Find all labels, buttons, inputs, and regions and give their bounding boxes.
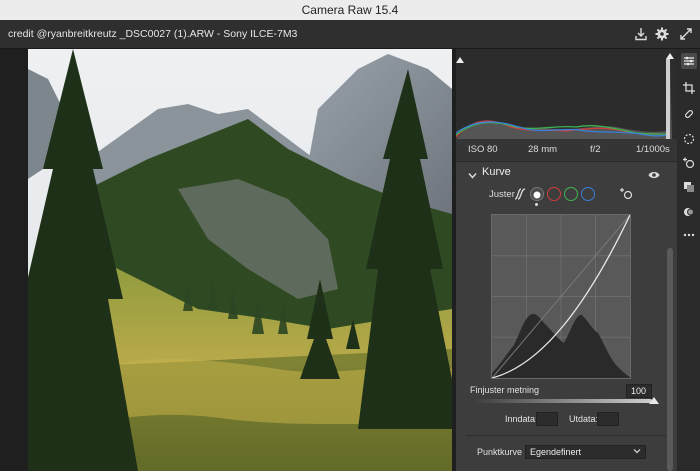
snapshots-icon[interactable] — [681, 204, 697, 220]
redeye-icon[interactable] — [681, 155, 697, 171]
chevron-down-icon[interactable] — [468, 167, 477, 185]
window-title: Camera Raw 15.4 — [301, 3, 399, 17]
fine-tune-value-field[interactable]: 100 — [626, 384, 652, 398]
histogram — [455, 49, 677, 139]
red-channel-button[interactable] — [547, 187, 561, 201]
fine-tune-slider[interactable] — [470, 399, 652, 403]
crop-icon[interactable] — [681, 80, 697, 96]
shadow-clipping-icon[interactable] — [456, 57, 464, 63]
photo-preview[interactable] — [28, 49, 452, 471]
tone-curve-graph[interactable] — [491, 214, 631, 379]
green-channel-button[interactable] — [564, 187, 578, 201]
export-icon[interactable] — [632, 25, 650, 43]
presets-icon[interactable] — [681, 179, 697, 195]
fine-tune-slider-thumb[interactable] — [649, 397, 659, 404]
targeted-adjustment-icon[interactable] — [620, 187, 634, 201]
settings-gear-icon[interactable] — [653, 25, 671, 43]
highlight-clipping-icon[interactable] — [666, 53, 674, 59]
edit-panel: ISO 80 28 mm f/2 1/1000s Kurve Juster Fi… — [455, 49, 677, 471]
point-curve-select[interactable]: Egendefinert — [525, 445, 646, 459]
output-label: Utdata: — [569, 414, 599, 424]
blue-channel-button[interactable] — [581, 187, 595, 201]
healing-icon[interactable] — [681, 106, 697, 122]
filmstrip-edge — [0, 49, 28, 471]
input-label: Inndata: — [505, 414, 538, 424]
section-divider — [466, 435, 666, 436]
exif-bar: ISO 80 28 mm f/2 1/1000s — [456, 139, 677, 161]
fullscreen-icon[interactable] — [677, 25, 695, 43]
chevron-down-icon — [633, 446, 641, 458]
file-info: credit @ryanbreitkreutz _DSC0027 (1).ARW… — [8, 28, 298, 40]
tool-strip — [678, 49, 700, 471]
fine-tune-label: Finjuster metning — [470, 385, 540, 395]
point-curve-label: Punktkurve — [477, 447, 523, 457]
section-title: Kurve — [482, 166, 511, 178]
eye-icon[interactable] — [648, 167, 660, 185]
exif-iso: ISO 80 — [468, 144, 498, 155]
window-titlebar: Camera Raw 15.4 — [0, 0, 700, 20]
parametric-curve-icon[interactable] — [513, 187, 527, 201]
curve-section-header[interactable]: Kurve — [456, 161, 677, 183]
active-channel-dot — [535, 203, 538, 206]
exif-shutter: 1/1000s — [636, 144, 670, 155]
edit-sliders-icon[interactable] — [681, 53, 697, 69]
exif-focal: 28 mm — [528, 144, 558, 155]
masking-icon[interactable] — [681, 131, 697, 147]
point-curve-value: Egendefinert — [530, 447, 582, 457]
output-field[interactable] — [597, 412, 619, 426]
input-field[interactable] — [536, 412, 558, 426]
panel-scrollbar[interactable] — [667, 248, 673, 471]
more-icon[interactable] — [681, 227, 697, 243]
exif-aperture: f/2 — [590, 144, 601, 155]
document-header: credit @ryanbreitkreutz _DSC0027 (1).ARW… — [0, 20, 700, 49]
white-channel-button[interactable] — [530, 187, 544, 201]
adjust-label: Juster — [489, 189, 515, 200]
